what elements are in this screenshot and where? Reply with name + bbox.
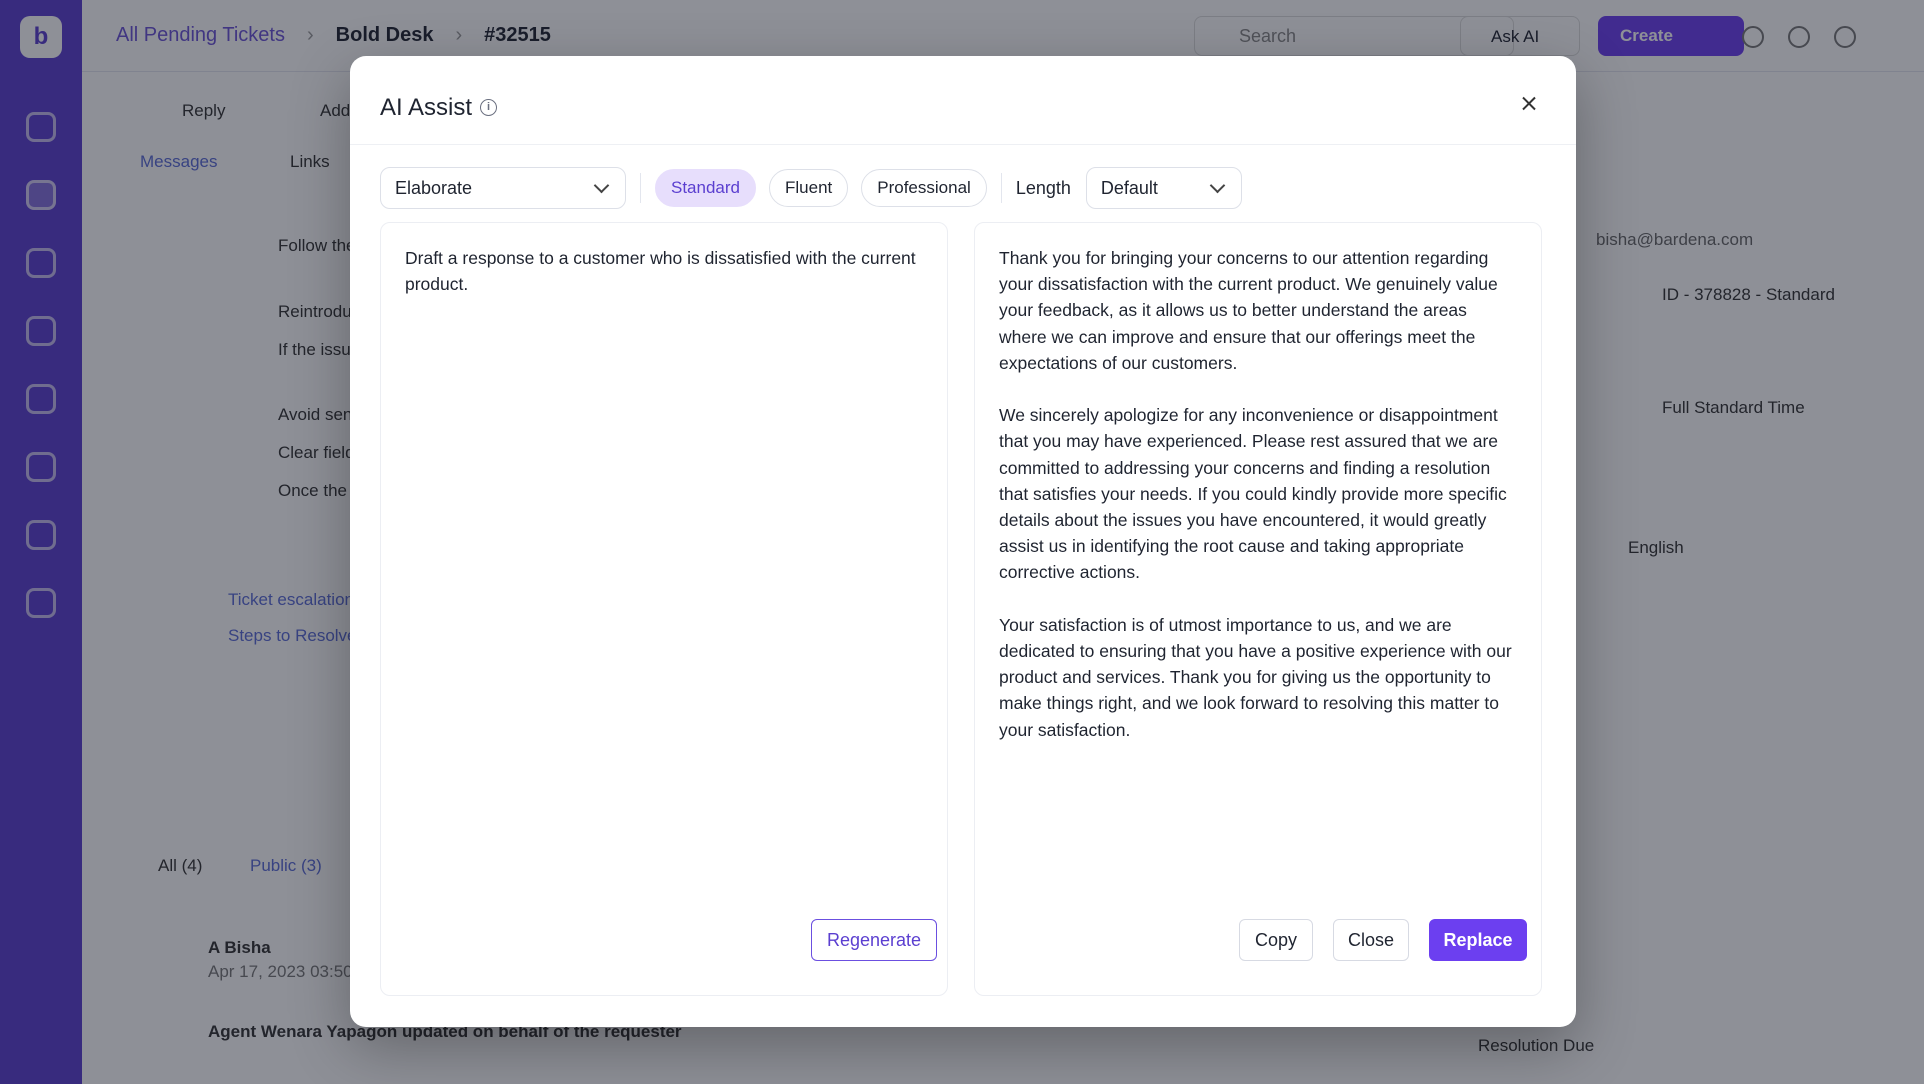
copy-button[interactable]: Copy	[1239, 919, 1313, 961]
mode-dropdown-value: Elaborate	[395, 177, 473, 198]
prompt-panel: Draft a response to a customer who is di…	[380, 222, 948, 996]
ai-assist-dialog: AI Assist i Elaborate Standard Fluent Pr…	[350, 56, 1576, 1027]
prompt-input[interactable]: Draft a response to a customer who is di…	[405, 245, 923, 297]
response-paragraph: We sincerely apologize for any inconveni…	[999, 405, 1507, 583]
ai-options-toolbar: Elaborate Standard Fluent Professional L…	[380, 164, 1546, 212]
close-button[interactable]: Close	[1333, 919, 1409, 961]
chevron-down-icon	[1209, 177, 1226, 193]
regenerate-button[interactable]: Regenerate	[811, 919, 937, 961]
length-label: Length	[1015, 177, 1071, 198]
toolbar-divider	[640, 173, 641, 203]
tone-professional-button[interactable]: Professional	[861, 169, 987, 207]
length-dropdown-value: Default	[1100, 177, 1158, 198]
response-panel: Thank you for bringing your concerns to …	[974, 222, 1542, 996]
close-icon[interactable]	[1512, 86, 1546, 120]
length-dropdown[interactable]: Default	[1085, 167, 1242, 209]
mode-dropdown[interactable]: Elaborate	[380, 167, 626, 209]
header-divider	[350, 144, 1576, 145]
ai-response-text[interactable]: Thank you for bringing your concerns to …	[999, 245, 1517, 769]
chevron-down-icon	[593, 177, 610, 193]
tone-standard-button[interactable]: Standard	[655, 169, 756, 207]
dialog-title: AI Assist	[380, 94, 473, 121]
info-icon[interactable]: i	[480, 98, 498, 116]
toolbar-divider	[1000, 173, 1002, 203]
tone-fluent-button[interactable]: Fluent	[769, 169, 849, 207]
response-paragraph: Your satisfaction is of utmost importanc…	[999, 614, 1512, 740]
replace-button[interactable]: Replace	[1429, 919, 1527, 961]
response-paragraph: Thank you for bringing your concerns to …	[999, 248, 1498, 373]
dialog-header: AI Assist i	[380, 88, 498, 128]
